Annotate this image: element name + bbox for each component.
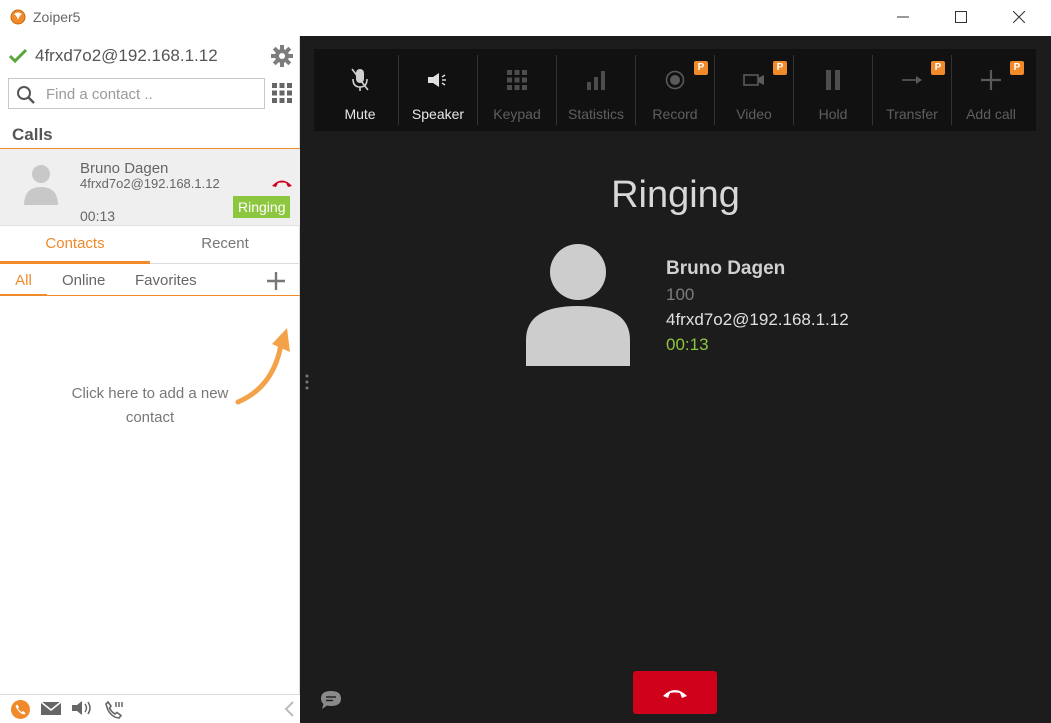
hangup-icon bbox=[663, 689, 687, 698]
filter-online[interactable]: Online bbox=[62, 264, 105, 296]
bottom-toolbar bbox=[0, 694, 300, 723]
title-bar: Zoiper5 bbox=[0, 0, 1051, 36]
peer-uri: 4frxd7o2@192.168.1.12 bbox=[666, 310, 849, 329]
account-address: 4frxd7o2@192.168.1.12 bbox=[35, 46, 218, 65]
avatar bbox=[526, 244, 630, 371]
call-panel: Mute Speaker Keypad Statistics Record P … bbox=[300, 36, 1051, 723]
contacts-tabs: Contacts Recent bbox=[0, 228, 300, 264]
search-input[interactable] bbox=[46, 84, 256, 104]
hold-button[interactable]: Hold bbox=[794, 49, 872, 131]
minimize-icon bbox=[897, 16, 909, 18]
tab-contacts[interactable]: Contacts bbox=[0, 228, 150, 264]
call-contact-uri: 4frxd7o2@192.168.1.12 bbox=[80, 176, 220, 191]
filter-favorites[interactable]: Favorites bbox=[135, 264, 197, 296]
avatar bbox=[22, 163, 60, 210]
minimize-button[interactable] bbox=[874, 0, 932, 34]
maximize-button[interactable] bbox=[932, 0, 990, 34]
record-label: Record bbox=[652, 106, 698, 122]
calls-header: Calls bbox=[12, 125, 53, 144]
microphone-muted-icon bbox=[351, 68, 369, 91]
mute-label: Mute bbox=[344, 106, 376, 122]
pause-icon bbox=[826, 70, 840, 90]
gear-icon[interactable] bbox=[271, 45, 293, 72]
plus-icon bbox=[267, 272, 285, 290]
pro-badge: P bbox=[931, 61, 945, 75]
filter-all[interactable]: All bbox=[0, 264, 47, 296]
peer-name: Bruno Dagen bbox=[666, 258, 786, 279]
speaker-button[interactable]: Speaker bbox=[399, 49, 477, 131]
keypad-button[interactable]: Keypad bbox=[478, 49, 556, 131]
chat-icon[interactable] bbox=[320, 690, 342, 715]
hangup-icon[interactable] bbox=[271, 175, 293, 193]
checkmark-icon bbox=[9, 49, 27, 63]
phone-icon[interactable] bbox=[11, 700, 30, 723]
sidebar: 4frxd7o2@192.168.1.12 Find a contact .. … bbox=[0, 36, 300, 723]
zoiper-window: Zoiper5 4frxd7o2@192.168.1.12 Find a con… bbox=[0, 0, 1051, 723]
statistics-label: Statistics bbox=[567, 106, 624, 122]
search-icon bbox=[16, 85, 36, 110]
call-toolbar: Mute Speaker Keypad Statistics Record P … bbox=[314, 49, 1036, 131]
transfer-label: Transfer bbox=[886, 106, 938, 122]
call-duration: 00:13 bbox=[80, 208, 116, 224]
status-badge: Ringing bbox=[233, 196, 291, 218]
mute-button[interactable]: Mute bbox=[321, 49, 399, 131]
pro-badge: P bbox=[1010, 61, 1024, 75]
add-contact-button[interactable] bbox=[266, 271, 286, 296]
call-timer: 00:13 bbox=[666, 335, 709, 354]
speaker-icon bbox=[428, 73, 446, 87]
window-title: Zoiper5 bbox=[33, 9, 81, 25]
speaker-label: Speaker bbox=[411, 106, 465, 122]
dialpad-icon[interactable] bbox=[272, 83, 292, 108]
speaker-icon[interactable] bbox=[71, 700, 93, 721]
add-call-button[interactable]: Add call P bbox=[952, 49, 1030, 131]
video-camera-icon bbox=[743, 74, 764, 86]
curved-arrow-icon bbox=[232, 326, 292, 411]
transfer-arrow-icon bbox=[902, 76, 922, 84]
active-call-item[interactable]: Bruno Dagen 4frxd7o2@192.168.1.12 00:13 … bbox=[0, 148, 300, 226]
peer-number: 100 bbox=[666, 285, 695, 304]
panel-resize-handle[interactable] bbox=[305, 374, 309, 395]
call-contact-name: Bruno Dagen bbox=[80, 160, 169, 177]
record-icon bbox=[665, 70, 685, 90]
video-label: Video bbox=[736, 106, 772, 122]
close-button[interactable] bbox=[990, 0, 1048, 34]
mail-icon[interactable] bbox=[40, 700, 62, 721]
call-status-title: Ringing bbox=[611, 174, 740, 216]
account-status[interactable]: 4frxd7o2@192.168.1.12 bbox=[9, 44, 218, 68]
keypad-icon bbox=[507, 70, 527, 90]
search-box bbox=[8, 78, 265, 109]
statistics-icon bbox=[587, 71, 605, 90]
pro-badge: P bbox=[694, 61, 708, 75]
plus-icon bbox=[981, 70, 1001, 90]
contact-filters: All Online Favorites bbox=[0, 264, 300, 296]
maximize-icon bbox=[955, 11, 967, 23]
video-button[interactable]: Video P bbox=[715, 49, 793, 131]
collapse-chevron-icon[interactable] bbox=[283, 700, 295, 723]
hangup-button[interactable] bbox=[633, 671, 717, 714]
transfer-button[interactable]: Transfer P bbox=[873, 49, 951, 131]
keypad-label: Keypad bbox=[493, 106, 541, 122]
zoiper-logo-icon bbox=[9, 8, 27, 26]
call-settings-icon[interactable] bbox=[104, 700, 124, 723]
close-icon bbox=[1013, 11, 1025, 23]
hold-label: Hold bbox=[818, 106, 848, 122]
record-button[interactable]: Record P bbox=[636, 49, 714, 131]
pro-badge: P bbox=[773, 61, 787, 75]
add-call-label: Add call bbox=[966, 106, 1016, 122]
add-contact-hint[interactable]: Click here to add a new contact bbox=[60, 382, 240, 430]
statistics-button[interactable]: Statistics bbox=[557, 49, 635, 131]
tab-recent[interactable]: Recent bbox=[150, 228, 300, 264]
